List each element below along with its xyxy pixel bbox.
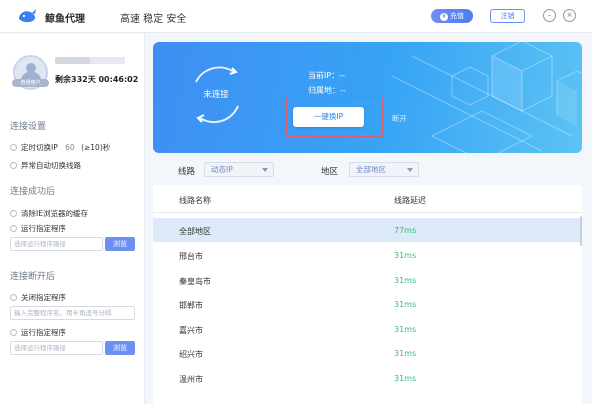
- table-row[interactable]: 嘉兴市 31ms: [153, 317, 582, 341]
- table-scrollbar[interactable]: [580, 216, 582, 246]
- title-bar: 鲸鱼代理 高速 稳定 安全 ¥ 充值 注销 – ×: [0, 0, 592, 33]
- current-ip-label: 当前IP：: [308, 71, 340, 80]
- auto-switch-radio[interactable]: [10, 162, 17, 169]
- ip-region-value: --: [340, 86, 346, 95]
- app-name: 鲸鱼代理: [45, 14, 85, 25]
- table-row[interactable]: 温州市 31ms: [153, 366, 582, 390]
- line-name: 秦皇岛市: [179, 277, 211, 286]
- run-program-label: 运行指定程序: [21, 224, 66, 233]
- close-program-radio[interactable]: [10, 294, 17, 301]
- line-name: 嘉兴市: [179, 326, 203, 335]
- line-table: 线路名称 线路延迟 全部地区 77ms 邢台市 31ms 秦皇岛市 31ms 邯郸市 3…: [153, 185, 582, 404]
- whale-logo-icon: [19, 9, 36, 23]
- current-ip: 当前IP：--: [308, 70, 345, 81]
- timed-switch-label: 定时切换IP: [21, 143, 58, 152]
- run-program-path-input[interactable]: 选择运行程序路径: [10, 237, 103, 251]
- account-id-redacted-part: [55, 57, 90, 64]
- col-latency[interactable]: 线路延迟: [394, 195, 426, 206]
- close-icon[interactable]: ×: [563, 9, 576, 22]
- auto-switch-option[interactable]: 异常自动切换线路: [10, 160, 81, 171]
- line-select[interactable]: 动态IP: [204, 162, 274, 177]
- line-name: 全部地区: [179, 227, 211, 236]
- section-after-connect: 连接成功后: [10, 187, 56, 197]
- connection-status: 未连接: [203, 90, 229, 100]
- current-ip-value: --: [339, 71, 345, 80]
- line-name: 邯郸市: [179, 301, 203, 310]
- remaining-time: 剩余332天 00:46:02: [55, 75, 139, 84]
- timed-switch-hint: (≥10)秒: [81, 143, 111, 152]
- user-type-badge: 普通用户: [12, 79, 49, 87]
- chevron-down-icon: [407, 168, 413, 172]
- close-program-option[interactable]: 关闭指定程序: [10, 292, 66, 303]
- switch-ip-button[interactable]: 一键换IP: [293, 107, 364, 127]
- timed-switch-radio[interactable]: [10, 144, 17, 151]
- browse-button-disconnect[interactable]: 浏览: [105, 341, 135, 355]
- table-row[interactable]: 全部地区 77ms: [153, 218, 582, 242]
- table-row[interactable]: 秦皇岛市 31ms: [153, 268, 582, 292]
- region-select-value: 全部地区: [356, 165, 386, 174]
- line-latency: 31ms: [394, 349, 417, 358]
- table-header: 线路名称 线路延迟: [153, 185, 582, 213]
- close-program-input[interactable]: 输入完整程序名，用半角逗号分隔: [10, 306, 135, 320]
- avatar: 普通用户: [12, 55, 49, 90]
- line-name: 温州市: [179, 375, 203, 384]
- clear-cache-option[interactable]: 清除IE浏览器的缓存: [10, 208, 88, 219]
- recharge-button[interactable]: ¥ 充值: [431, 9, 473, 23]
- app-slogan: 高速 稳定 安全: [120, 14, 187, 25]
- run-program-radio[interactable]: [10, 225, 17, 232]
- logout-button[interactable]: 注销: [490, 9, 525, 23]
- close-program-label: 关闭指定程序: [21, 293, 66, 302]
- line-latency: 77ms: [394, 226, 417, 235]
- clear-cache-label: 清除IE浏览器的缓存: [21, 209, 88, 218]
- city-illustration: [391, 42, 582, 153]
- auto-switch-label: 异常自动切换线路: [21, 161, 81, 170]
- line-select-value: 动态IP: [211, 165, 233, 174]
- timed-switch-option[interactable]: 定时切换IP 60 (≥10)秒: [10, 142, 110, 153]
- run-program-label-disconnect: 运行指定程序: [21, 328, 66, 337]
- line-name: 绍兴市: [179, 350, 203, 359]
- line-latency: 31ms: [394, 251, 417, 260]
- line-filter-label: 线路: [178, 167, 196, 177]
- line-latency: 31ms: [394, 300, 417, 309]
- minimize-icon[interactable]: –: [543, 9, 556, 22]
- line-latency: 31ms: [394, 374, 417, 383]
- line-latency: 31ms: [394, 276, 417, 285]
- section-connect-settings: 连接设置: [10, 122, 47, 132]
- run-program-radio-disconnect[interactable]: [10, 329, 17, 336]
- timed-switch-value[interactable]: 60: [65, 143, 75, 152]
- ip-region: 归属地：--: [308, 85, 346, 96]
- col-line-name[interactable]: 线路名称: [179, 195, 211, 206]
- recharge-label: 充值: [450, 12, 464, 20]
- region-filter-label: 地区: [321, 167, 339, 177]
- region-select[interactable]: 全部地区: [349, 162, 419, 177]
- chevron-down-icon: [262, 168, 268, 172]
- run-program-option[interactable]: 运行指定程序: [10, 223, 66, 234]
- table-row[interactable]: 邯郸市 31ms: [153, 292, 582, 316]
- run-program-path-input-disconnect[interactable]: 选择运行程序路径: [10, 341, 103, 355]
- browse-button[interactable]: 浏览: [105, 237, 135, 251]
- clear-cache-radio[interactable]: [10, 210, 17, 217]
- ip-region-label: 归属地：: [308, 86, 340, 95]
- run-program-option-disconnect[interactable]: 运行指定程序: [10, 327, 66, 338]
- settings-sidebar: 普通用户 剩余332天 00:46:02 连接设置 定时切换IP 60 (≥10…: [0, 34, 145, 404]
- line-latency: 31ms: [394, 325, 417, 334]
- table-row[interactable]: 邢台市 31ms: [153, 243, 582, 267]
- disconnect-button[interactable]: 断开: [392, 113, 407, 124]
- table-row[interactable]: 绍兴市 31ms: [153, 341, 582, 365]
- coin-icon: ¥: [440, 13, 448, 21]
- line-name: 邢台市: [179, 252, 203, 261]
- section-after-disconnect: 连接断开后: [10, 272, 56, 282]
